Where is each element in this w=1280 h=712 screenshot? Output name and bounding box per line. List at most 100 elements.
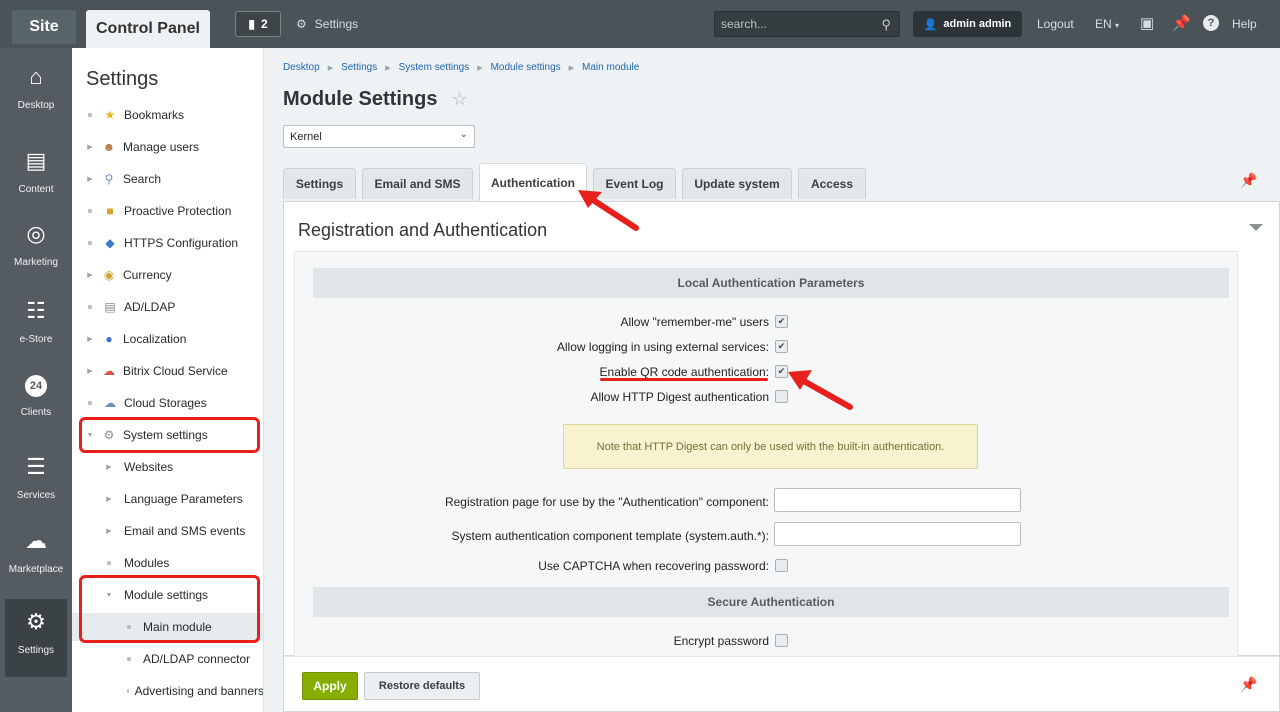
sidebar-item-manage-users[interactable]: ▶ ☻ Manage users — [72, 133, 263, 161]
module-select[interactable]: Kernel ⌄ — [283, 125, 475, 148]
panel-title: Registration and Authentication — [298, 220, 548, 240]
nav-marketplace[interactable]: ☁ Marketplace — [0, 518, 72, 596]
logout-link[interactable]: Logout — [1037, 17, 1074, 31]
nav-settings[interactable]: ⚙ Settings — [5, 599, 67, 677]
sidebar-item-search[interactable]: ▶ ⚲ Search — [72, 165, 263, 193]
restore-defaults-button[interactable]: Restore defaults — [364, 672, 480, 700]
search-icon[interactable]: ⚲ — [881, 17, 891, 33]
nav-content[interactable]: ▤ Content — [0, 138, 72, 216]
remember-me-checkbox[interactable]: ✔ — [775, 315, 788, 328]
chevron-down-icon: ▾ — [1115, 21, 1120, 30]
gear-icon: ⚙ — [26, 609, 46, 634]
site-tab[interactable]: Site — [12, 10, 76, 44]
target-icon: ◎ — [26, 221, 46, 246]
page-title-row: Module Settings ☆ — [283, 88, 468, 111]
sidebar-item-label: AD/LDAP connector — [143, 652, 251, 666]
sidebar-item-bookmarks[interactable]: ★ Bookmarks — [72, 101, 263, 129]
globe-icon: ● — [105, 332, 113, 346]
pin-icon[interactable]: 📌 — [1172, 14, 1191, 32]
help-link[interactable]: Help — [1232, 17, 1257, 31]
tab-email-sms[interactable]: Email and SMS — [362, 168, 473, 199]
highlight-module-settings — [79, 575, 260, 643]
breadcrumb-item[interactable]: System settings — [399, 62, 470, 73]
sidebar-item-adldap-connector[interactable]: AD/LDAP connector — [72, 645, 263, 673]
nav-estore[interactable]: ☷ e-Store — [0, 288, 72, 366]
nav-clients[interactable]: 24 Clients — [0, 365, 72, 443]
panel-body: Local Authentication Parameters Allow "r… — [294, 251, 1238, 657]
sidebar-item-language-parameters[interactable]: ▶ Language Parameters — [72, 485, 263, 513]
home-icon: ⌂ — [29, 64, 43, 89]
sidebar-item-label: HTTPS Configuration — [124, 236, 239, 250]
sidebar-item-advertising[interactable]: Advertising and banners — [72, 677, 263, 705]
annotation-arrow-icon — [788, 370, 853, 410]
tab-settings[interactable]: Settings — [283, 168, 356, 199]
favorite-star-icon[interactable]: ☆ — [451, 89, 467, 110]
gear-icon: ⚙ — [296, 17, 307, 31]
sidebar-item-label: Cloud Storages — [124, 396, 207, 410]
bullet-icon — [88, 209, 92, 213]
tab-access[interactable]: Access — [798, 168, 866, 199]
control-panel-tab[interactable]: Control Panel — [86, 10, 210, 48]
pin-icon[interactable]: 📌 — [1240, 172, 1257, 189]
layers-icon: ☰ — [26, 454, 46, 479]
captcha-label: Use CAPTCHA when recovering password: — [538, 559, 769, 573]
tab-update-system[interactable]: Update system — [682, 168, 792, 199]
encrypt-password-checkbox[interactable] — [775, 634, 788, 647]
expand-arrow-icon[interactable]: ▶ — [85, 367, 95, 375]
nav-services[interactable]: ☰ Services — [0, 444, 72, 522]
captcha-checkbox[interactable] — [775, 559, 788, 572]
breadcrumb-item[interactable]: Module settings — [491, 62, 561, 73]
auth-template-input[interactable] — [774, 522, 1021, 546]
search-input[interactable]: search... ⚲ — [714, 11, 900, 37]
sidebar-item-currency[interactable]: ▶ ◉ Currency — [72, 261, 263, 289]
sidebar-item-adldap[interactable]: ▤ AD/LDAP — [72, 293, 263, 321]
auth-template-label: System authentication component template… — [451, 529, 770, 543]
settings-link[interactable]: ⚙ Settings — [296, 11, 358, 37]
user-name: admin admin — [943, 18, 1012, 30]
document-icon: ▤ — [25, 148, 47, 173]
sidebar-item-bitrix-cloud[interactable]: ▶ ☁ Bitrix Cloud Service — [72, 357, 263, 385]
sidebar-item-https[interactable]: ◆ HTTPS Configuration — [72, 229, 263, 257]
main-navigation: ⌂ Desktop ▤ Content ◎ Marketing ☷ e-Stor… — [0, 48, 72, 712]
help-icon[interactable]: ? — [1203, 15, 1219, 31]
expand-arrow-icon[interactable]: ▶ — [85, 335, 95, 343]
nav-marketing[interactable]: ◎ Marketing — [0, 211, 72, 289]
notifications-button[interactable]: ▮ 2 — [235, 11, 281, 37]
clients-24-icon: 24 — [25, 375, 47, 397]
remember-me-label: Allow "remember-me" users — [620, 315, 769, 329]
sidebar-item-cloud-storages[interactable]: ☁ Cloud Storages — [72, 389, 263, 417]
apply-button[interactable]: Apply — [302, 672, 358, 700]
sidebar-item-localization[interactable]: ▶ ● Localization — [72, 325, 263, 353]
highlight-system-settings — [79, 417, 260, 453]
language-selector[interactable]: EN ▾ — [1095, 17, 1119, 31]
breadcrumb-item[interactable]: Main module — [582, 62, 639, 73]
breadcrumb-item[interactable]: Settings — [341, 62, 377, 73]
main-content: Desktop ▶ Settings ▶ System settings ▶ M… — [264, 48, 1280, 712]
bullet-icon — [88, 305, 92, 309]
expand-arrow-icon[interactable]: ▶ — [104, 463, 114, 471]
user-menu-button[interactable]: 👤 admin admin — [913, 11, 1022, 37]
pin-icon[interactable]: 📌 — [1240, 676, 1257, 693]
sidebar-item-label: Localization — [123, 332, 187, 346]
storage-icon: ☁ — [104, 396, 116, 410]
collapse-caret-icon[interactable] — [1249, 224, 1263, 231]
expand-arrow-icon[interactable]: ▶ — [104, 495, 114, 503]
https-lock-icon: ◆ — [105, 236, 115, 250]
nav-desktop[interactable]: ⌂ Desktop — [0, 54, 72, 132]
expand-arrow-icon[interactable]: ▶ — [85, 271, 95, 279]
expand-arrow-icon[interactable]: ▶ — [85, 143, 95, 151]
http-digest-label: Allow HTTP Digest authentication — [590, 390, 769, 404]
registration-page-input[interactable] — [774, 488, 1021, 512]
section-secure-auth: Secure Authentication — [313, 587, 1229, 617]
sidebar-item-proactive[interactable]: ■ Proactive Protection — [72, 197, 263, 225]
window-icon[interactable]: ▣ — [1140, 14, 1154, 32]
sidebar-item-email-sms-events[interactable]: ▶ Email and SMS events — [72, 517, 263, 545]
nav-label: Clients — [20, 407, 52, 418]
expand-arrow-icon[interactable]: ▶ — [104, 527, 114, 535]
external-services-checkbox[interactable]: ✔ — [775, 340, 788, 353]
sidebar-item-modules[interactable]: Modules — [72, 549, 263, 577]
breadcrumb-item[interactable]: Desktop — [283, 62, 320, 73]
sidebar-item-websites[interactable]: ▶ Websites — [72, 453, 263, 481]
module-select-value: Kernel — [290, 130, 322, 143]
expand-arrow-icon[interactable]: ▶ — [85, 175, 95, 183]
